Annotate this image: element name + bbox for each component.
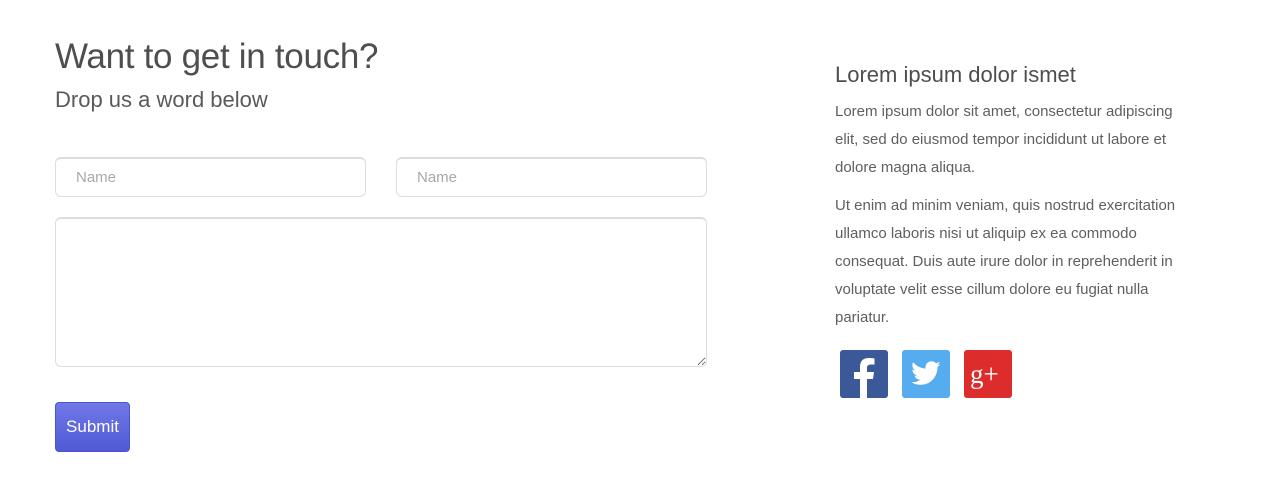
message-field[interactable] [55,217,707,367]
google-plus-button[interactable]: g+ [964,350,1012,398]
name-fields-row [55,157,707,197]
info-paragraph-1: Lorem ipsum dolor sit amet, consectetur … [835,103,1173,176]
contact-heading: Want to get in touch? [55,37,379,76]
social-links: g+ [840,350,1200,398]
name-field-first[interactable] [55,157,366,197]
twitter-icon [911,361,941,385]
contact-form: Submit [55,157,707,452]
facebook-icon [854,358,875,398]
twitter-button[interactable] [902,350,950,398]
google-plus-icon: g+ [970,359,999,389]
info-title: Lorem ipsum dolor ismet [835,62,1076,87]
svg-text:g+: g+ [970,359,999,389]
contact-form-section: Want to get in touch? Drop us a word bel… [55,36,707,452]
submit-button[interactable]: Submit [55,402,130,452]
info-section: Lorem ipsum dolor ismet Lorem ipsum dolo… [835,61,1200,398]
contact-subheading: Drop us a word below [55,87,268,112]
facebook-button[interactable] [840,350,888,398]
contact-page: Want to get in touch? Drop us a word bel… [0,0,1271,485]
name-field-second[interactable] [396,157,707,197]
info-paragraph-2: Ut enim ad minim veniam, quis nostrud ex… [835,197,1176,326]
